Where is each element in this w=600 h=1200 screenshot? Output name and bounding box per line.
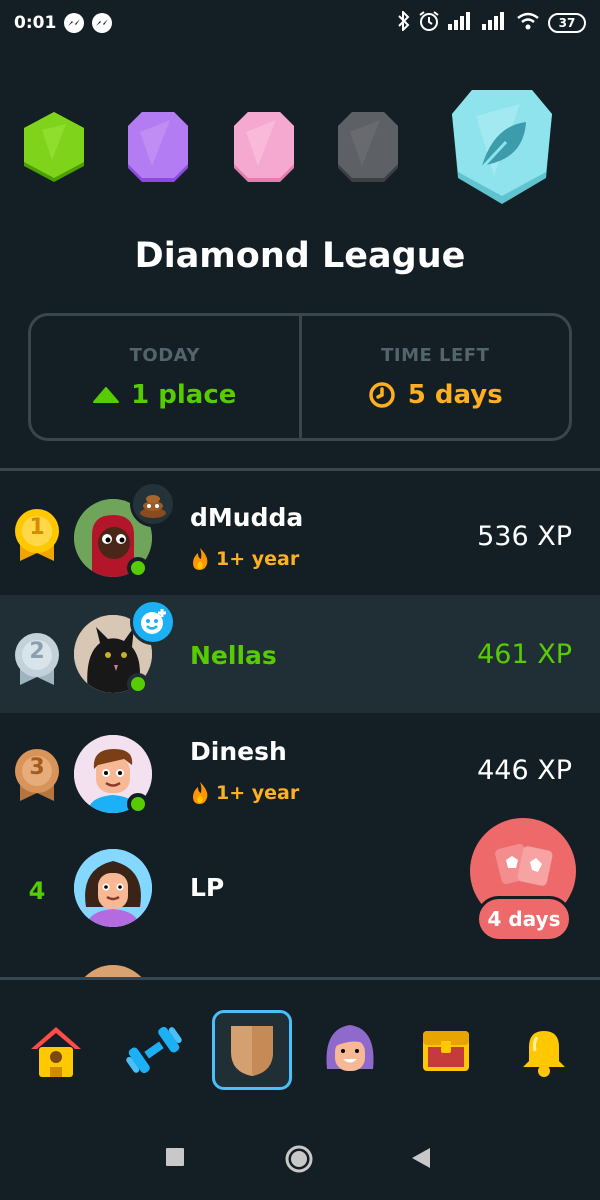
- bottom-nav: [0, 980, 600, 1100]
- friends-quest-chest-button[interactable]: 4 days: [470, 818, 578, 948]
- battery-level: 37: [558, 16, 576, 30]
- rank-number: 3: [29, 755, 45, 780]
- online-indicator: [127, 557, 149, 579]
- today-label: TODAY: [129, 344, 200, 366]
- online-indicator: [127, 673, 149, 695]
- fire-icon: [193, 782, 208, 804]
- status-time: 0:01: [14, 13, 57, 33]
- home-system-button[interactable]: [284, 1144, 314, 1174]
- signal-icon: [448, 11, 474, 35]
- wifi-icon: [516, 12, 540, 35]
- nav-practice-button[interactable]: [114, 1010, 194, 1090]
- league-badges: [0, 86, 600, 206]
- xp-value: 536 XP: [477, 521, 572, 552]
- messenger-icon: [64, 13, 85, 33]
- rank-number: 1: [29, 515, 45, 540]
- home-icon: [31, 1027, 81, 1077]
- treasure-chest-icon: [423, 1031, 469, 1071]
- plus-face-icon: [130, 599, 176, 645]
- fire-icon: [193, 548, 208, 570]
- messenger-icon: [92, 13, 113, 33]
- alarm-icon: [418, 10, 440, 37]
- nav-home-button[interactable]: [16, 1010, 96, 1090]
- pink-league-badge: [234, 112, 294, 182]
- time-left-label: TIME LEFT: [381, 344, 490, 366]
- dumbbell-icon: [126, 1026, 182, 1074]
- nav-notifications-button[interactable]: [504, 1010, 584, 1090]
- back-system-button[interactable]: [410, 1146, 432, 1170]
- recent-apps-button[interactable]: [164, 1146, 186, 1168]
- card-icon: [495, 843, 553, 886]
- online-indicator: [127, 793, 149, 815]
- bluetooth-icon: [398, 9, 410, 36]
- nav-shop-button[interactable]: [406, 1010, 486, 1090]
- avatar[interactable]: [74, 849, 152, 927]
- status-bar: 0:01 37: [0, 0, 600, 46]
- time-left-value-row: 5 days: [368, 380, 503, 410]
- time-left-value: 5 days: [407, 379, 503, 410]
- user-name: LP: [190, 873, 225, 902]
- green-league-badge: [24, 112, 84, 182]
- xp-value: 461 XP: [477, 639, 572, 670]
- league-shield-icon: [231, 1026, 273, 1076]
- leaderboard-row[interactable]: 3 Dinesh 1+ year 446 XP: [0, 715, 600, 833]
- league-title: Diamond League: [134, 236, 466, 276]
- leaderboard-row[interactable]: 1 dMudda 1+ year 536 XP: [0, 471, 600, 589]
- profile-icon: [326, 1025, 374, 1071]
- signal-icon: [482, 11, 508, 35]
- poop-emoji-icon: [130, 481, 176, 527]
- streak-text: 1+ year: [216, 548, 300, 570]
- gray-league-badge: [338, 112, 398, 182]
- streak-row: 1+ year: [190, 781, 299, 805]
- rank-number: 2: [29, 639, 45, 664]
- nav-profile-button[interactable]: [310, 1010, 390, 1090]
- battery-icon: 37: [548, 13, 586, 33]
- time-left-stat: TIME LEFT 5 days: [298, 316, 570, 438]
- streak-text: 1+ year: [216, 782, 300, 804]
- system-navigation-bar: [0, 1100, 600, 1200]
- bell-icon: [523, 1031, 565, 1077]
- clock-icon: [369, 381, 395, 408]
- diamond-league-badge: [452, 90, 552, 204]
- nav-leagues-button[interactable]: [212, 1010, 292, 1090]
- today-value-row: 1 place: [93, 380, 236, 410]
- rank-number: 4: [28, 877, 46, 905]
- leaderboard-row-current-user[interactable]: 2 Nellas 461 XP: [0, 595, 600, 713]
- chest-time-pill: 4 days: [476, 896, 572, 942]
- user-name: dMudda: [190, 503, 304, 532]
- today-stat: TODAY 1 place: [31, 316, 299, 438]
- avatar[interactable]: [74, 965, 152, 977]
- xp-value: 446 XP: [477, 755, 572, 786]
- purple-league-badge: [128, 112, 188, 182]
- up-arrow-icon: [93, 386, 120, 403]
- today-value: 1 place: [131, 379, 237, 410]
- leaderboard-row[interactable]: [0, 957, 600, 977]
- streak-row: 1+ year: [190, 547, 299, 571]
- league-stats-box: TODAY 1 place TIME LEFT 5 days: [28, 313, 572, 441]
- user-name: Dinesh: [190, 737, 287, 766]
- user-name: Nellas: [190, 641, 277, 670]
